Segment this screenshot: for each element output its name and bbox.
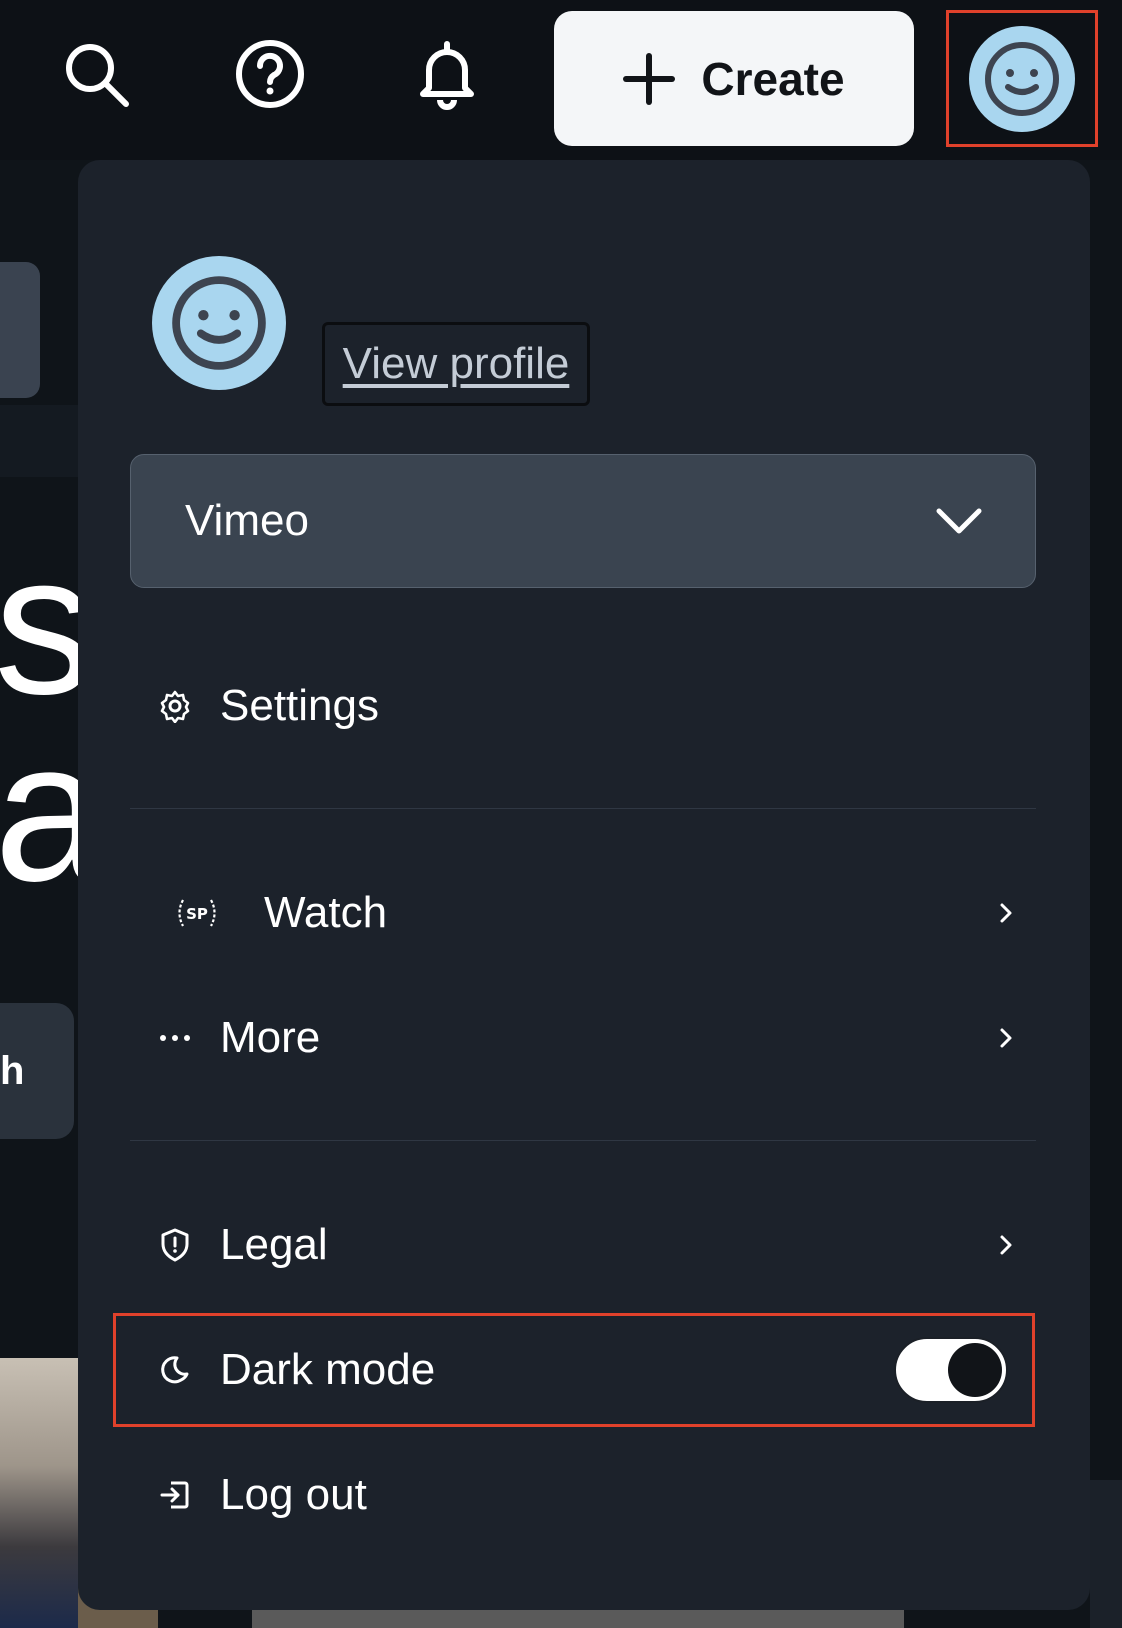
menu-divider: [130, 1140, 1036, 1141]
profile-menu-button[interactable]: [946, 10, 1098, 147]
ellipsis-icon: [130, 1033, 220, 1043]
account-select[interactable]: Vimeo: [130, 454, 1036, 588]
chevron-right-icon: [976, 1234, 1036, 1256]
smiley-avatar-icon: [172, 276, 266, 370]
menu-divider: [130, 808, 1036, 809]
dark-mode-highlight: [113, 1313, 1035, 1427]
menu-item-settings[interactable]: Settings: [130, 651, 1036, 761]
profile-avatar: [152, 256, 286, 390]
menu-item-more[interactable]: More: [130, 983, 1036, 1093]
menu-item-legal[interactable]: Legal: [130, 1190, 1036, 1300]
shield-icon: [130, 1228, 220, 1262]
menu-item-label: More: [220, 1013, 321, 1062]
view-profile-link[interactable]: View profile: [322, 322, 590, 406]
create-button[interactable]: Create: [554, 11, 914, 146]
background-fragment: [1090, 1480, 1122, 1628]
top-navigation-bar: Create: [0, 0, 1122, 160]
menu-item-label: Log out: [220, 1470, 367, 1519]
account-select-value: Vimeo: [185, 496, 309, 545]
chevron-right-icon: [976, 1027, 1036, 1049]
menu-item-label: Settings: [220, 681, 379, 730]
menu-item-watch[interactable]: SP Watch: [130, 858, 1036, 968]
plus-icon: [623, 52, 676, 105]
background-thumbnail: [0, 1358, 78, 1628]
logout-icon: [130, 1479, 220, 1511]
create-button-label: Create: [701, 52, 845, 105]
bell-icon[interactable]: [407, 34, 487, 114]
menu-item-label: Watch: [264, 888, 388, 937]
gear-icon: [130, 689, 220, 723]
chevron-right-icon: [976, 902, 1036, 924]
search-icon[interactable]: [56, 34, 136, 114]
background-strip: [0, 405, 78, 477]
background-button-label: h: [0, 1048, 25, 1093]
help-circle-icon[interactable]: [230, 34, 310, 114]
smiley-avatar-icon: [969, 25, 1075, 132]
menu-item-label: Legal: [220, 1220, 328, 1269]
background-card: [0, 262, 40, 398]
staff-picks-icon: SP: [130, 896, 264, 930]
chevron-down-icon: [936, 508, 982, 534]
menu-item-log-out[interactable]: Log out: [130, 1440, 1036, 1550]
staff-picks-icon-text: SP: [186, 905, 208, 923]
background-button-fragment[interactable]: h: [0, 1003, 74, 1139]
